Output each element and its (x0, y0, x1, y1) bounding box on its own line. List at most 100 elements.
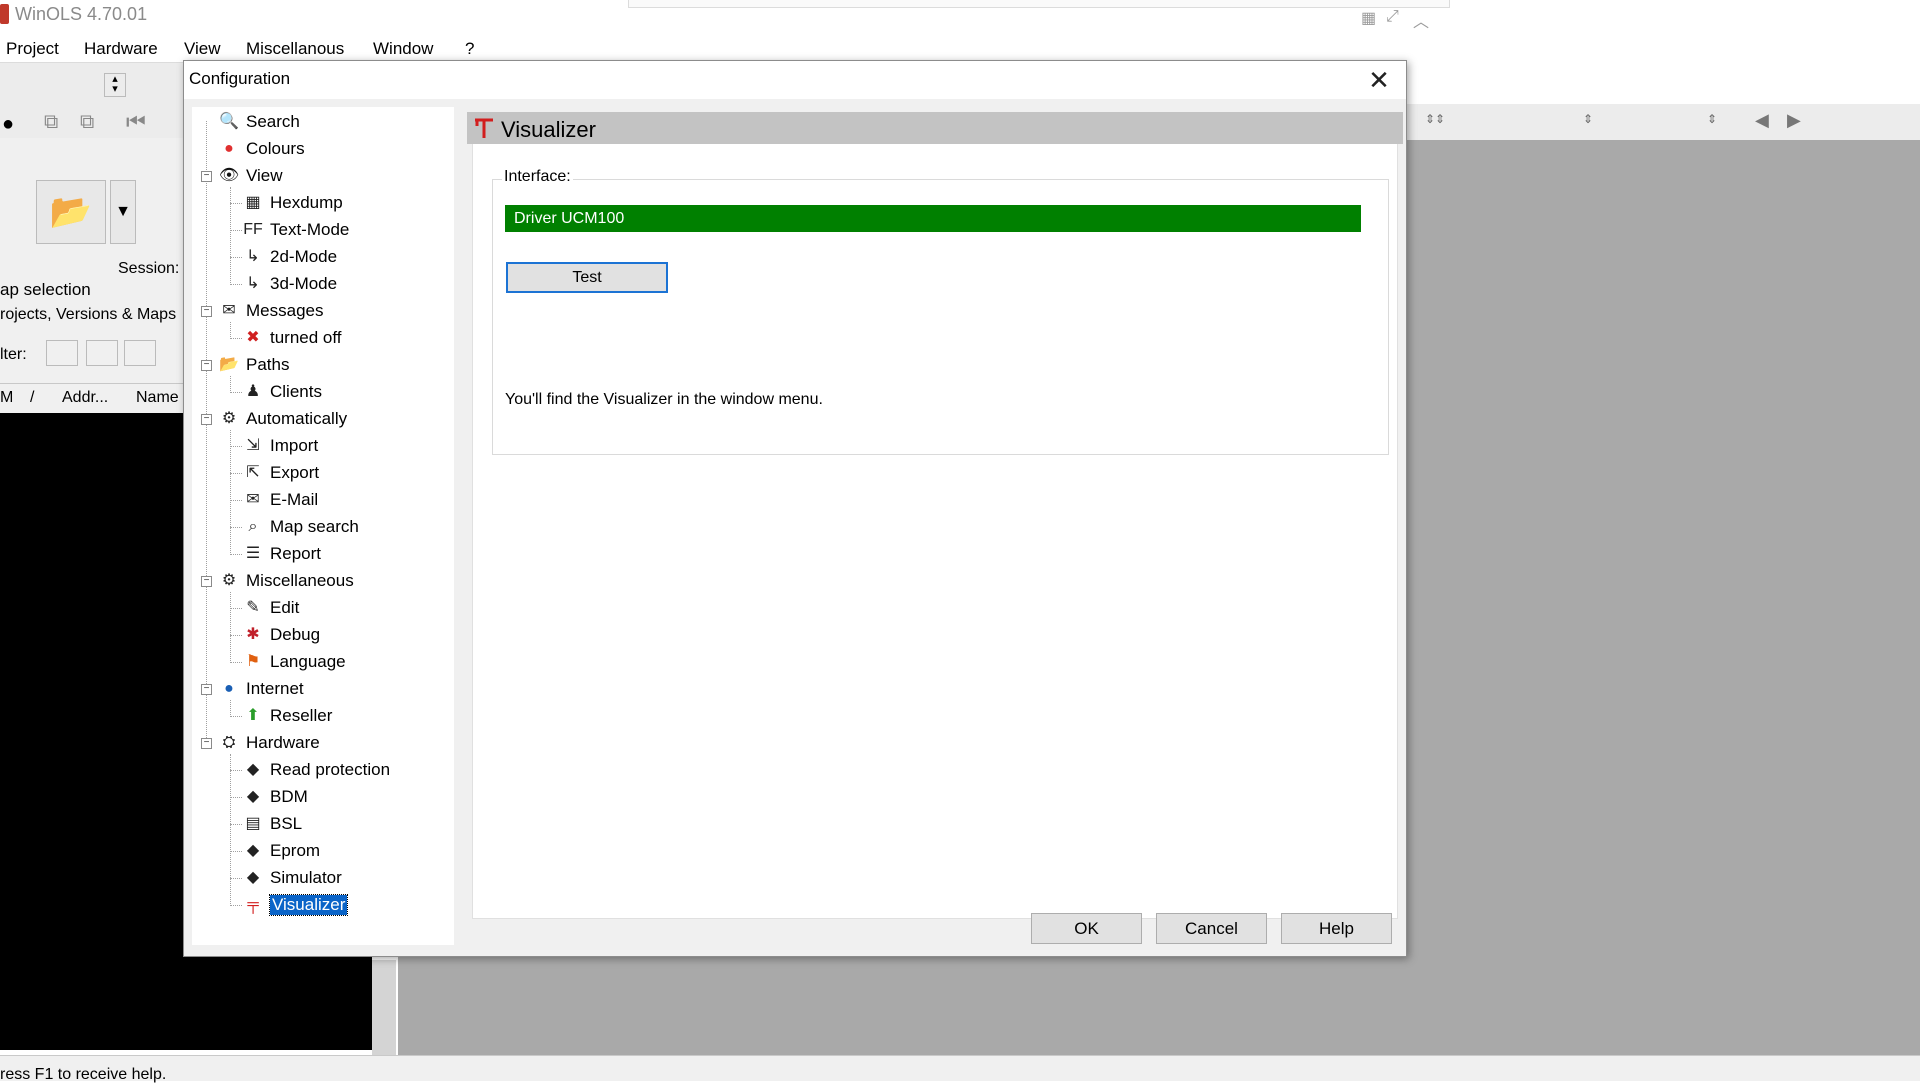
help-button[interactable]: Help (1281, 913, 1392, 944)
tree-item-language[interactable]: ⚑ Language (242, 649, 346, 675)
language-icon: ⚑ (245, 653, 261, 670)
tree-item-2d-mode[interactable]: ↳ 2d-Mode (242, 244, 337, 270)
tree-expander[interactable]: − (201, 171, 212, 182)
tree-item-label: BDM (270, 787, 308, 806)
open-folder-icon[interactable]: 📂 (36, 180, 106, 244)
menu-hardware[interactable]: Hardware (84, 39, 158, 59)
miscellaneous-icon: ⚙ (221, 572, 237, 589)
menu-window[interactable]: Window (373, 39, 433, 59)
column-header[interactable]: Addr... (62, 389, 108, 407)
ok-button[interactable]: OK (1031, 913, 1142, 944)
tree-expander[interactable]: − (201, 306, 212, 317)
close-icon[interactable]: ✕ (1364, 65, 1394, 95)
tree-item-label: Miscellaneous (246, 571, 354, 590)
tree-item-search[interactable]: 🔍 Search (218, 109, 300, 135)
tree-item-label: 2d-Mode (270, 247, 338, 266)
tree-guide-line (230, 700, 231, 717)
reseller-icon: ⬆ (246, 707, 260, 724)
tree-item-label: Debug (270, 625, 321, 644)
tree-item-paths[interactable]: 📂 Paths (218, 352, 289, 378)
tree-item-read-protection[interactable]: ◆ Read protection (242, 757, 390, 783)
toolbar-compare-icon[interactable]: ⧉ (80, 111, 94, 134)
tree-expander[interactable]: − (201, 684, 212, 695)
tree-item-debug[interactable]: ✱ Debug (242, 622, 320, 648)
column-header[interactable]: M (0, 389, 13, 407)
column-header[interactable]: Name (136, 389, 179, 407)
tree-item-colours[interactable]: ● Colours (218, 136, 304, 162)
chip-icon: ◆ (246, 842, 260, 859)
tree-item-hardware[interactable]: ⛭ Hardware (218, 730, 320, 756)
tree-item-turned-off[interactable]: ✖ turned off (242, 325, 342, 351)
tree-item-simulator[interactable]: ◆ Simulator (242, 865, 342, 891)
tree-expander[interactable]: − (201, 576, 212, 587)
projects-label[interactable]: rojects, Versions & Maps (0, 306, 176, 324)
tree-item-edit[interactable]: ✎ Edit (242, 595, 299, 621)
tree-item-bsl[interactable]: ▤ BSL (242, 811, 302, 837)
tree-guide-line (230, 430, 231, 555)
splitter[interactable] (372, 960, 396, 1055)
toolbar-rewind-icon[interactable]: ⏮ (126, 109, 146, 135)
tree-item-e-mail[interactable]: ✉ E-Mail (242, 487, 318, 513)
spin-control[interactable]: ⇕ (1583, 112, 1593, 126)
folder-icon: 📂 (219, 356, 239, 373)
tree-guide-line (230, 376, 231, 393)
tree-item-internet[interactable]: ● Internet (218, 676, 304, 702)
tree-item-clients[interactable]: ♟ Clients (242, 379, 322, 405)
tree-item-label: Hardware (246, 733, 320, 752)
tree-guide-line (230, 284, 242, 285)
menu-miscellanous[interactable]: Miscellanous (246, 39, 344, 59)
spin-control[interactable]: ⇕⇕ (1425, 112, 1445, 126)
tree-item-3d-mode[interactable]: ↳ 3d-Mode (242, 271, 337, 297)
filter-button[interactable] (46, 340, 78, 366)
chevron-up-icon[interactable]: ︿ (1413, 8, 1429, 32)
grid-icon[interactable]: ▦ (1361, 8, 1376, 28)
next-icon[interactable]: ▶ (1787, 110, 1801, 131)
right-toolbar: ⇕⇕ ⇕ ⇕ ◀ ▶ (1395, 104, 1920, 140)
tree-expander[interactable]: − (201, 360, 212, 371)
interface-driver-item[interactable]: Driver UCM100 (505, 205, 1361, 232)
prev-icon[interactable]: ◀ (1755, 110, 1769, 131)
tree-item-label: Hexdump (270, 193, 343, 212)
right-top-area (1395, 30, 1920, 104)
spin-control[interactable]: ⇕ (1707, 112, 1717, 126)
tree-item-bdm[interactable]: ◆ BDM (242, 784, 308, 810)
report-icon: ☰ (245, 545, 261, 562)
tree-item-automatically[interactable]: ⚙ Automatically (218, 406, 347, 432)
tree-expander[interactable]: − (201, 738, 212, 749)
tree-guide-line (230, 770, 242, 771)
tree-item-label: 3d-Mode (270, 274, 338, 293)
spin-control[interactable]: ▴ ▾ (104, 73, 126, 97)
dialog-title-bar: Configuration ✕ (184, 61, 1406, 99)
tree-item-visualizer[interactable]: ╤ Visualizer (242, 892, 349, 918)
test-button[interactable]: Test (506, 262, 668, 293)
filter-button[interactable] (124, 340, 156, 366)
tree-item-import[interactable]: ⇲ Import (242, 433, 318, 459)
column-header[interactable]: / (30, 389, 34, 407)
tree-guide-line (230, 554, 242, 555)
menu-view[interactable]: View (184, 39, 221, 59)
tree-item-eprom[interactable]: ◆ Eprom (242, 838, 320, 864)
tree-guide-line (230, 527, 242, 528)
tree-item-miscellaneous[interactable]: ⚙ Miscellaneous (218, 568, 354, 594)
dropdown-arrow-icon[interactable]: ▼ (110, 180, 136, 244)
chip-icon: ◆ (246, 761, 260, 778)
tree-item-report[interactable]: ☰ Report (242, 541, 321, 567)
filter-button[interactable] (86, 340, 118, 366)
tree-item-label: turned off (270, 328, 342, 347)
toolbar-copy-icon[interactable]: ⧉ (44, 111, 58, 134)
tree-expander[interactable]: − (201, 414, 212, 425)
cancel-button[interactable]: Cancel (1156, 913, 1267, 944)
tree-item-hexdump[interactable]: ▦ Hexdump (242, 190, 343, 216)
tree-item-text-mode[interactable]: FF Text-Mode (242, 217, 349, 243)
interface-label: Interface: (502, 168, 573, 186)
tree-item-view[interactable]: 👁 View (218, 163, 283, 189)
fullscreen-icon[interactable]: ⤢ (1386, 8, 1399, 26)
tree-item-map-search[interactable]: ⌕ Map search (242, 514, 359, 540)
tree-item-messages[interactable]: ✉ Messages (218, 298, 323, 324)
menu-help[interactable]: ? (465, 39, 474, 59)
tree-guide-line (206, 121, 207, 746)
menu-project[interactable]: Project (6, 39, 59, 59)
tree-item-export[interactable]: ⇱ Export (242, 460, 319, 486)
toolbar-chip-icon[interactable]: ● (2, 113, 14, 136)
tree-item-reseller[interactable]: ⬆ Reseller (242, 703, 332, 729)
